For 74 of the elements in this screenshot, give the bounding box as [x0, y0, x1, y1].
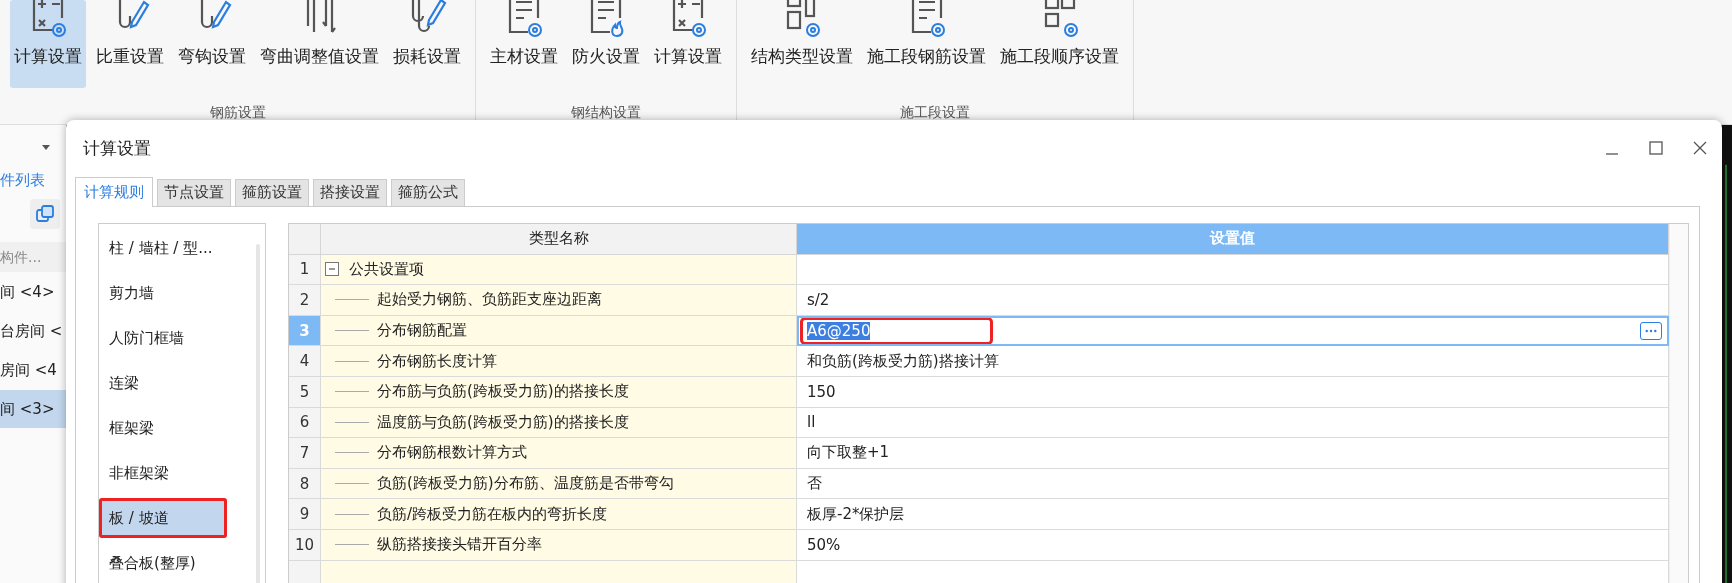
ribbon-button[interactable]: 计算设置	[650, 0, 726, 88]
category-item[interactable]: 叠合板(整厚)	[99, 543, 251, 583]
table-cell-text: 150	[806, 381, 837, 403]
ribbon-button[interactable]: 计算设置	[10, 0, 86, 88]
tab[interactable]: 箍筋公式	[391, 179, 465, 206]
ribbon-button[interactable]: 弯钩设置	[174, 0, 250, 88]
maximize-icon[interactable]	[1648, 140, 1664, 156]
row-number: 9	[289, 499, 321, 530]
table-cell-text: 否	[806, 473, 823, 495]
row-number: 1	[289, 254, 321, 286]
row-number: 8	[289, 468, 321, 500]
close-icon[interactable]	[1692, 140, 1708, 156]
scroll-bar[interactable]	[1669, 224, 1688, 583]
table-cell-text: 板厚-2*保护层	[806, 503, 906, 525]
ribbon-button[interactable]: 施工段钢筋设置	[863, 0, 990, 88]
table-cell: 分布钢筋根数计算方式	[377, 443, 527, 463]
table-cell-text: 向下取整+1	[806, 442, 891, 464]
collapse-toggle[interactable]	[325, 262, 339, 277]
row-number: 4	[289, 346, 321, 377]
table-cell: 分布钢筋配置	[377, 321, 467, 341]
ribbon-button[interactable]: 防火设置	[568, 0, 644, 88]
category-item[interactable]: 人防门框墙	[99, 318, 251, 358]
ribbon-button[interactable]: 弯曲调整值设置	[256, 0, 383, 88]
category-item[interactable]: 剪力墙	[99, 273, 251, 313]
ribbon-button[interactable]: 结构类型设置	[747, 0, 857, 88]
column-header: 设置值	[797, 224, 1669, 255]
table-cell-text: 和负筋(跨板受力筋)搭接计算	[806, 350, 1000, 372]
table-cell: 负筋(跨板受力筋)分布筋、温度筋是否带弯勾	[377, 474, 674, 494]
table-cell-text: s/2	[806, 290, 831, 311]
tab[interactable]: 搭接设置	[313, 179, 387, 206]
table-cell-text: 50%	[806, 534, 842, 556]
ribbon-button[interactable]: 施工段顺序设置	[996, 0, 1123, 88]
column-header: 类型名称	[321, 224, 797, 255]
row-number: 2	[289, 285, 321, 316]
tab[interactable]: 箍筋设置	[235, 179, 309, 206]
group-label: 钢结构设置	[570, 104, 642, 122]
copy-button[interactable]	[30, 199, 60, 229]
category-item[interactable]: 板 / 坡道	[99, 498, 227, 538]
table-cell: 分布筋与负筋(跨板受力筋)的搭接长度	[377, 382, 629, 402]
tab[interactable]: 计算规则	[75, 177, 153, 207]
row-number: 10	[289, 529, 321, 561]
ribbon-button[interactable]: 主材设置	[486, 0, 562, 88]
row-number: 5	[289, 376, 321, 408]
category-item[interactable]: 框架梁	[99, 408, 251, 448]
table-cell-text: ll	[806, 412, 817, 434]
copy-icon	[35, 204, 55, 224]
row-number: 6	[289, 407, 321, 439]
category-item[interactable]: 非框架梁	[99, 453, 251, 493]
table-cell: 负筋/跨板受力筋在板内的弯折长度	[377, 504, 608, 524]
group-label: 钢筋设置	[208, 104, 267, 122]
row-number: 3	[289, 315, 321, 347]
tree-item[interactable]: 间 <3>	[0, 390, 66, 428]
group-label: 施工段设置	[899, 104, 971, 122]
panel-tab[interactable]: 件列表	[0, 171, 66, 190]
table-cell: 纵筋搭接接头错开百分率	[377, 535, 542, 555]
table-cell: 公共设置项	[349, 259, 424, 279]
table-cell: 温度筋与负筋(跨板受力筋)的搭接长度	[377, 412, 629, 432]
table-cell: 起始受力钢筋、负筋距支座边距离	[377, 290, 602, 310]
row-number: 7	[289, 438, 321, 469]
value-field[interactable]: A6@250	[803, 319, 991, 342]
ribbon-button[interactable]: 损耗设置	[389, 0, 465, 88]
table-cell: 分布钢筋长度计算	[377, 351, 497, 371]
category-item[interactable]: 连梁	[99, 363, 251, 403]
category-item[interactable]: 柱 / 墙柱 / 型...	[99, 228, 251, 268]
ribbon-button[interactable]: 比重设置	[92, 0, 168, 88]
tree-item[interactable]: 台房间 <	[0, 312, 66, 350]
tree-item[interactable]: 房间 <4	[0, 351, 66, 389]
ellipsis-icon	[1645, 328, 1657, 333]
dialog-title: 计算设置	[83, 136, 151, 160]
tab[interactable]: 节点设置	[157, 179, 231, 206]
tree-item[interactable]: 间 <4>	[0, 273, 66, 311]
dropdown-caret-icon	[42, 145, 50, 150]
search-field[interactable]: 构件...	[0, 242, 66, 272]
more-button[interactable]	[1640, 321, 1662, 340]
